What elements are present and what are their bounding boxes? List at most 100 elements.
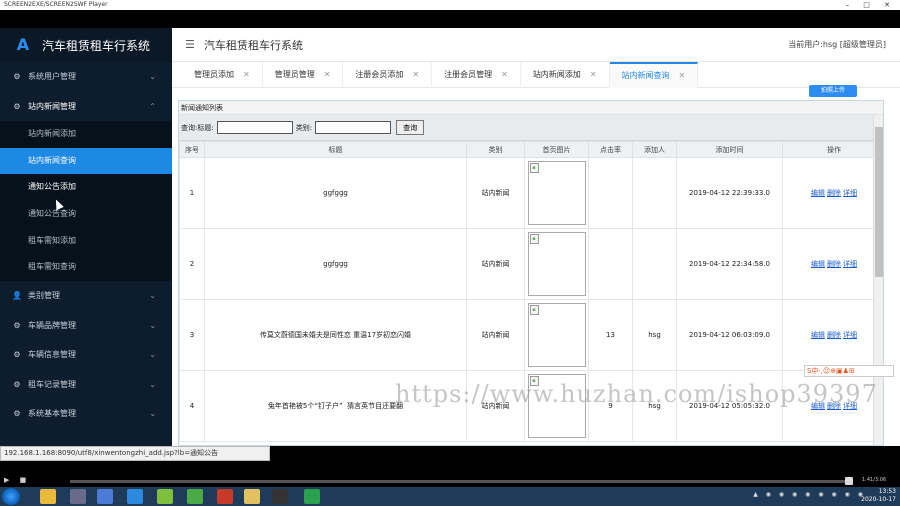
cell-time: 2019-04-12 22:34:58.0 [676, 228, 783, 300]
cell-image: ▪ [524, 157, 589, 229]
player-app-icon[interactable] [304, 489, 320, 504]
gear-icon: ⚙ [13, 101, 21, 111]
tab-news-query[interactable]: 站内新闻查询 ✕ [609, 62, 699, 89]
list-title: 新闻通知列表 [179, 101, 883, 115]
chevron-down-icon: ⌄ [149, 320, 156, 330]
tab-news-add[interactable]: 站内新闻添加 ✕ [521, 62, 610, 88]
edit-link[interactable]: 编辑 [811, 331, 825, 339]
scrollbar-thumb[interactable] [875, 127, 883, 277]
cell-ops: 编辑 删除 详细 [782, 299, 883, 371]
sidebar-subitem-news-add[interactable]: 站内新闻添加 [0, 121, 172, 148]
sidebar-subitem-notice-query[interactable]: 通知公告查询 [0, 201, 172, 228]
close-icon[interactable]: ✕ [679, 63, 686, 89]
col-category: 类别 [466, 141, 525, 158]
col-time: 添加时间 [676, 141, 783, 158]
delete-link[interactable]: 删除 [827, 189, 841, 197]
tab-bar: 管理员添加 ✕ 管理员管理 ✕ 注册会员添加 ✕ 注册会员管理 ✕ 站内新闻添加 ✕ 站内… [172, 62, 900, 88]
tab-label: 管理员管理 [274, 70, 315, 79]
cell-category: 站内新闻 [466, 157, 525, 229]
play-controls-icon[interactable]: ▶ ■ [4, 476, 30, 484]
window-controls[interactable]: – □ ✕ [846, 0, 896, 10]
detail-link[interactable]: 详细 [843, 331, 857, 339]
delete-link[interactable]: 删除 [827, 260, 841, 268]
tab-member-manage[interactable]: 注册会员管理 ✕ [432, 62, 521, 88]
seek-track[interactable] [70, 480, 850, 483]
chrome-icon[interactable] [40, 489, 56, 504]
sidebar-subitem-notice-add[interactable]: 通知公告添加 [0, 174, 172, 201]
col-adder: 添加人 [632, 141, 677, 158]
folder-icon[interactable] [244, 489, 260, 504]
clock-time: 13:53 [878, 488, 896, 495]
sidebar-item-brand[interactable]: ⚙ 车辆品牌管理 ⌄ [0, 310, 172, 340]
app-icon[interactable] [97, 489, 113, 504]
system-clock: 13:53 2020-10-17 [861, 488, 896, 504]
sidebar-item-system-basic[interactable]: ⚙ 系统基本管理 ⌄ [0, 399, 172, 429]
sidebar-item-vehicle[interactable]: ⚙ 车辆信息管理 ⌄ [0, 340, 172, 370]
search-category-input[interactable] [315, 121, 392, 134]
flash-icon[interactable] [217, 489, 233, 504]
gear-icon: ⚙ [13, 379, 21, 389]
current-user[interactable]: 当前用户:hsg [超级管理员] [788, 39, 886, 50]
start-button-icon[interactable] [2, 488, 20, 505]
detail-link[interactable]: 详细 [843, 189, 857, 197]
sidebar-item-label: 车辆品牌管理 [28, 320, 76, 330]
app-icon[interactable] [157, 489, 173, 504]
logo-icon: A [16, 35, 30, 54]
close-icon[interactable]: ✕ [243, 62, 250, 88]
system-tray-icons[interactable]: ▲ ◉ ◉ ◉ ◉ ◉ ◉ ◉ ◉ [753, 491, 866, 498]
tab-label: 管理员添加 [194, 70, 234, 79]
sidebar-subitem-rental-notice-add[interactable]: 租车需知添加 [0, 228, 172, 255]
upload-button[interactable]: 拍照上传 [809, 85, 857, 97]
tab-admin-manage[interactable]: 管理员管理 ✕ [263, 62, 344, 88]
close-icon[interactable]: ✕ [590, 62, 597, 88]
chevron-down-icon: ⌄ [149, 350, 156, 360]
edit-link[interactable]: 编辑 [811, 189, 825, 197]
chevron-up-icon: ⌃ [149, 101, 156, 111]
gear-icon: ⚙ [13, 409, 21, 419]
edit-link[interactable]: 编辑 [811, 260, 825, 268]
header: ☰ 汽车租赁租车行系统 当前用户:hsg [超级管理员] [172, 28, 900, 62]
cell-no: 1 [179, 157, 205, 229]
sidebar-item-label: 类别管理 [28, 291, 60, 301]
sidebar-subitem-rental-notice-query[interactable]: 租车需知查询 [0, 254, 172, 281]
cell-category: 站内新闻 [466, 228, 525, 300]
broken-image-icon: ▪ [527, 232, 586, 296]
detail-link[interactable]: 详细 [843, 260, 857, 268]
sidebar-item-category[interactable]: 👤 类别管理 ⌄ [0, 281, 172, 311]
cell-clicks [588, 228, 633, 300]
broken-image-icon: ▪ [527, 303, 586, 367]
close-icon[interactable]: ✕ [324, 62, 331, 88]
app-icon[interactable] [187, 489, 203, 504]
cell-image: ▪ [524, 299, 589, 371]
tab-admin-add[interactable]: 管理员添加 ✕ [182, 62, 263, 88]
sidebar-subitem-news-query[interactable]: 站内新闻查询 [0, 147, 172, 175]
close-icon[interactable]: ✕ [501, 62, 508, 88]
screen: SCREEN2EXE/SCREEN2SWF Player – □ ✕ A 汽车租… [0, 0, 900, 506]
search-category-label: 类别: [295, 123, 313, 132]
gear-icon: ⚙ [13, 72, 21, 82]
tab-label: 站内新闻查询 [621, 71, 670, 80]
cell-no: 2 [179, 228, 205, 300]
tab-member-add[interactable]: 注册会员添加 ✕ [343, 62, 433, 88]
search-title-label: 查询:标题: [181, 123, 214, 132]
sidebar-item-system-users[interactable]: ⚙ 系统用户管理 ⌄ [0, 62, 172, 92]
close-icon[interactable]: ✕ [412, 62, 419, 88]
search-title-input[interactable] [216, 121, 293, 134]
app-icon[interactable] [70, 489, 86, 504]
ime-toolbar[interactable]: S中·,☺⊕▣♟⊞ [804, 365, 894, 377]
table-row: 1 ggfggg 站内新闻 ▪ 2019-04-12 22:39:33.0 编辑… [179, 157, 883, 229]
sidebar-item-label: 系统基本管理 [28, 409, 76, 419]
menu-toggle-icon[interactable]: ☰ [185, 38, 195, 51]
search-button[interactable]: 查询 [396, 120, 425, 135]
sidebar-item-label: 车辆信息管理 [28, 350, 76, 360]
sidebar-item-rental-records[interactable]: ⚙ 租车记录管理 ⌄ [0, 370, 172, 400]
sidebar-item-news[interactable]: ⚙ 站内新闻管理 ⌃ [0, 92, 172, 122]
brand: A 汽车租赁租车行系统 [0, 28, 172, 62]
qq-icon[interactable] [272, 489, 288, 504]
cell-category: 站内新闻 [466, 299, 525, 371]
app-icon[interactable] [127, 489, 143, 504]
seek-handle[interactable] [845, 477, 853, 485]
cell-ops: 编辑 删除 详细 [782, 228, 883, 300]
delete-link[interactable]: 删除 [827, 331, 841, 339]
broken-image-icon: ▪ [527, 161, 586, 225]
